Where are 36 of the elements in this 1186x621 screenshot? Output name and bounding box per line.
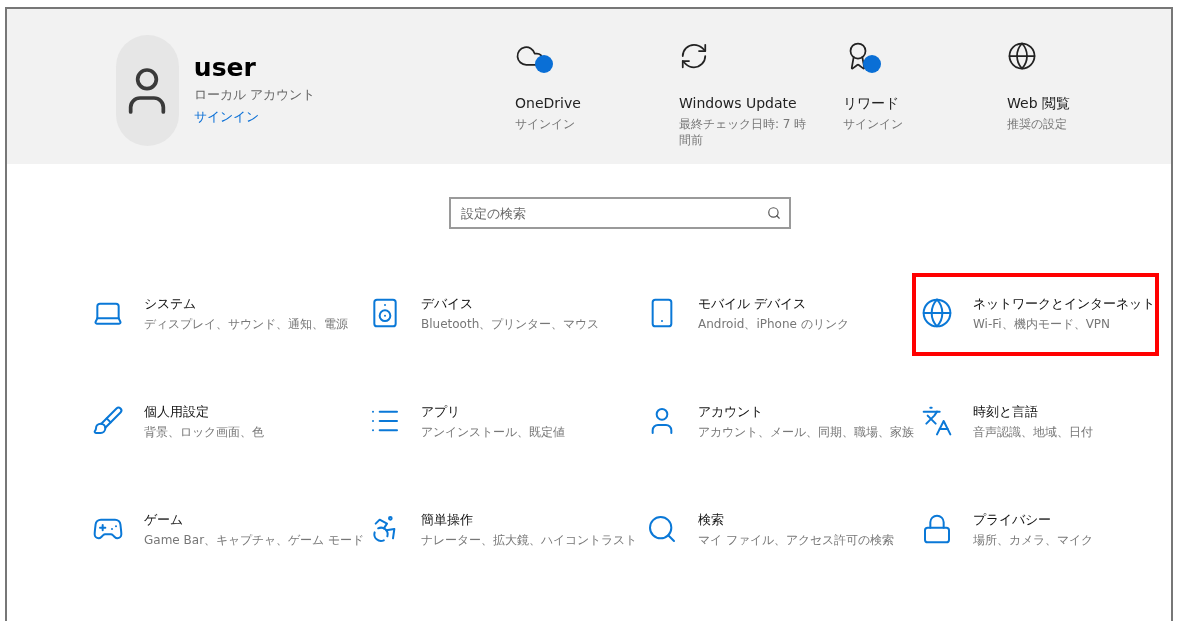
category-subtitle: Game Bar、キャプチャ、ゲーム モード	[144, 532, 365, 549]
category-subtitle: ディスプレイ、サウンド、通知、電源	[144, 316, 349, 333]
category-title[interactable]: ネットワークとインターネット	[973, 295, 1155, 313]
category-title[interactable]: 個人用設定	[144, 403, 209, 421]
account-name: user	[193, 53, 256, 83]
category-subtitle: 音声認識、地域、日付	[973, 424, 1094, 441]
search-field[interactable]: 設定の検索	[449, 197, 791, 229]
sign-in-link[interactable]: サインイン	[193, 106, 259, 126]
category-title[interactable]: デバイス	[421, 295, 473, 313]
category-title[interactable]: プライバシー	[973, 511, 1051, 529]
category-title[interactable]: 時刻と言語	[973, 403, 1038, 421]
category-subtitle: Android、iPhone のリンク	[698, 316, 850, 333]
category-title[interactable]: モバイル デバイス	[698, 295, 807, 313]
category-title[interactable]: アプリ	[421, 403, 460, 421]
quick-link-subtitle: サインイン	[515, 116, 576, 132]
category-subtitle: アカウント、メール、同期、職場、家族	[698, 424, 915, 441]
category-subtitle: 背景、ロック画面、色	[144, 424, 265, 441]
quick-link-subtitle: 推奨の設定	[1007, 116, 1068, 132]
account-type: ローカル アカウント	[193, 86, 315, 104]
category-subtitle: マイ ファイル、アクセス許可の検索	[698, 532, 895, 549]
category-subtitle: Wi-Fi、機内モード、VPN	[973, 316, 1112, 333]
quick-link-title[interactable]: リワード	[843, 93, 899, 114]
quick-link-subtitle: 最終チェック日時: 7 時間前	[679, 116, 808, 148]
category-title[interactable]: ゲーム	[144, 511, 183, 529]
quick-link-title[interactable]: Windows Update	[679, 93, 797, 114]
category-title[interactable]: アカウント	[698, 403, 763, 421]
category-title[interactable]: 検索	[698, 511, 724, 529]
category-subtitle: Bluetooth、プリンター、マウス	[421, 316, 601, 333]
quick-link-title[interactable]: Web 閲覧	[1007, 93, 1070, 114]
category-subtitle: 場所、カメラ、マイク	[973, 532, 1094, 549]
quick-link-subtitle: サインイン	[843, 116, 904, 132]
category-title[interactable]: システム	[144, 295, 196, 313]
category-title[interactable]: 簡単操作	[421, 511, 473, 529]
category-subtitle: ナレーター、拡大鏡、ハイコントラスト	[421, 532, 638, 549]
category-subtitle: アンインストール、既定値	[421, 424, 566, 441]
quick-link-title[interactable]: OneDrive	[515, 93, 581, 114]
